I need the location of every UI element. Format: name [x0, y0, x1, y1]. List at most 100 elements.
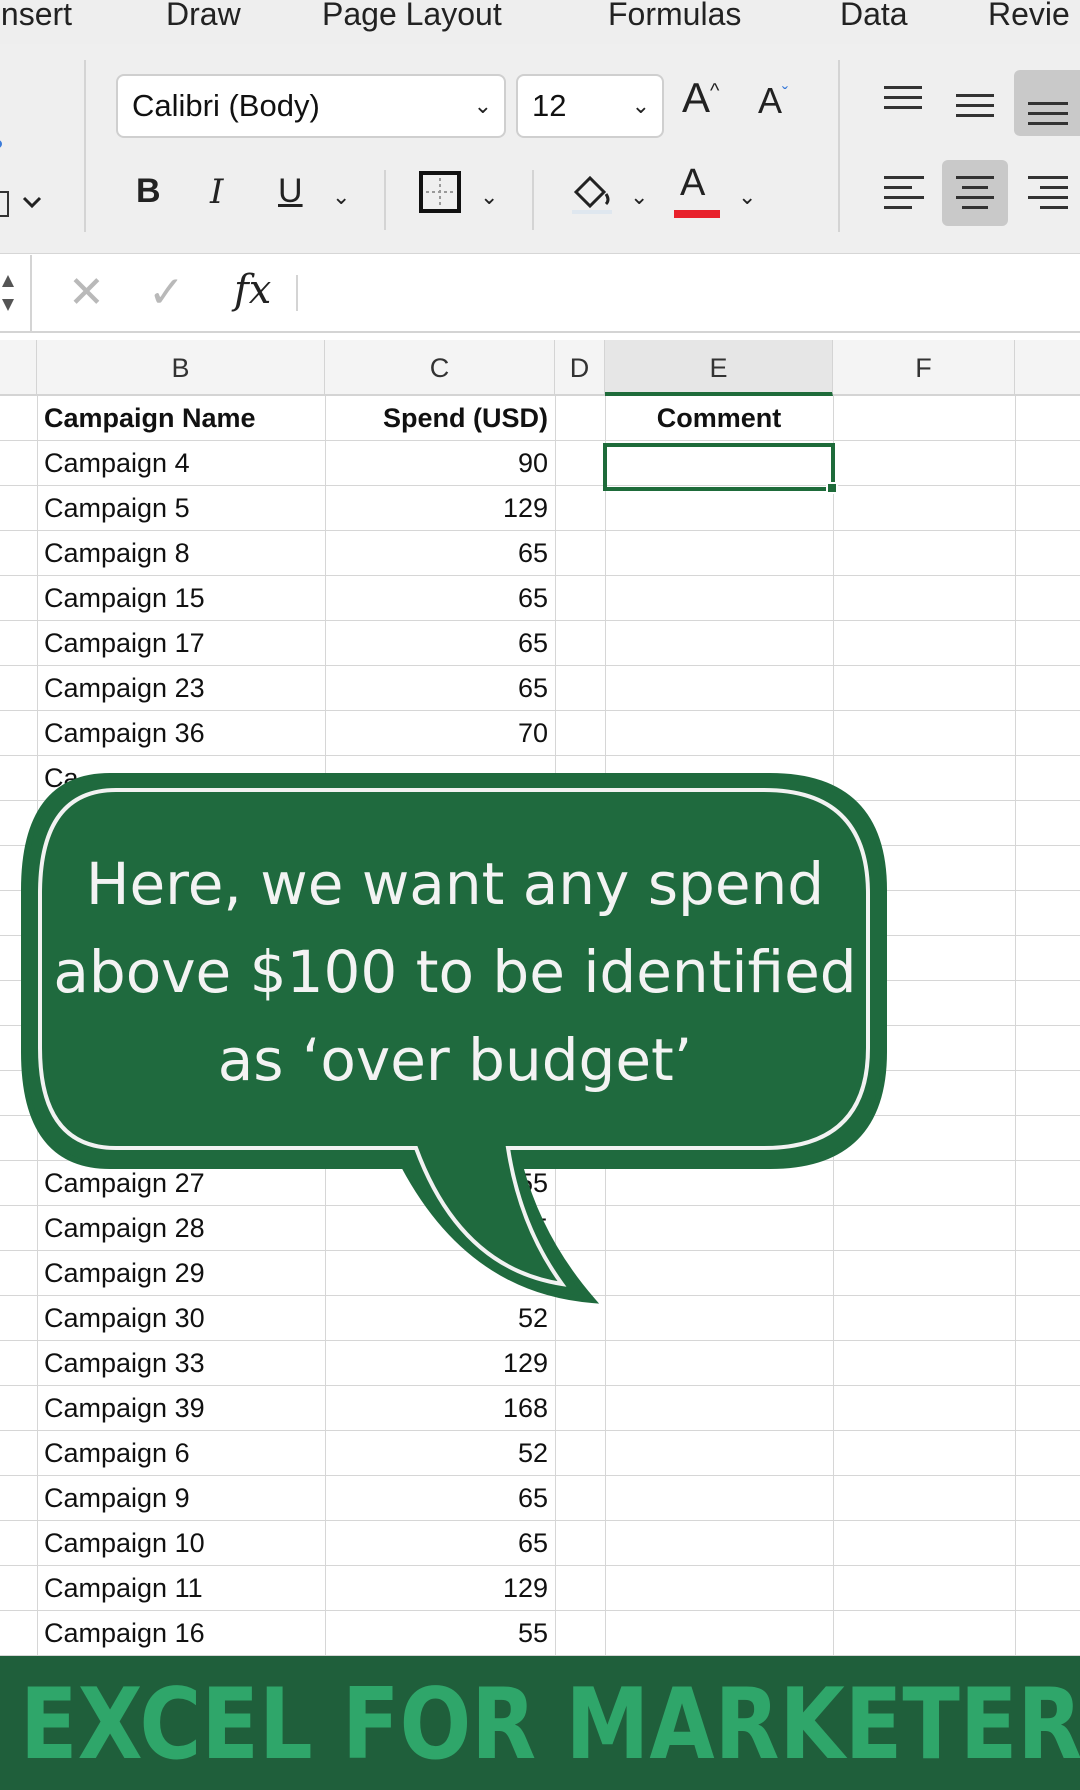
- active-cell-e2[interactable]: [603, 443, 838, 494]
- align-bottom-button[interactable]: [1014, 70, 1080, 136]
- campaign-name-cell[interactable]: Campaign 4: [44, 441, 190, 486]
- spend-cell[interactable]: 65: [328, 666, 548, 711]
- align-top-button[interactable]: [870, 70, 936, 136]
- font-size-value: 12: [532, 88, 567, 123]
- column-header-c[interactable]: C: [325, 340, 555, 396]
- campaign-name-cell[interactable]: Campaign 6: [44, 1431, 190, 1476]
- campaign-name-cell[interactable]: Campaign 15: [44, 576, 205, 621]
- decrease-font-size-button[interactable]: Aˇ: [758, 80, 788, 122]
- spend-cell[interactable]: 65: [328, 621, 548, 666]
- chevron-down-icon: ⌄: [631, 93, 650, 118]
- ribbon-toolbar: Calibri (Body) ⌄ 12 ⌄ A^ Aˇ B I U ⌄ ⌄ ⌄ …: [0, 44, 1080, 254]
- font-size-select[interactable]: 12 ⌄: [516, 74, 664, 138]
- campaign-name-cell[interactable]: Campaign 10: [44, 1521, 205, 1566]
- column-header-b[interactable]: B: [37, 340, 325, 396]
- worksheet-grid[interactable]: Campaign Name Spend (USD) Comment Campai…: [0, 396, 1080, 1656]
- insert-function-button[interactable]: fx: [234, 267, 271, 313]
- spend-cell[interactable]: 65: [328, 576, 548, 621]
- bold-button[interactable]: B: [136, 172, 161, 211]
- tab-review[interactable]: Revie: [988, 0, 1070, 33]
- column-header-row: B C D E F: [0, 340, 1080, 396]
- decrease-font-icon: A: [758, 80, 783, 121]
- name-box-stepper-icon[interactable]: [0, 269, 20, 319]
- header-campaign-name[interactable]: Campaign Name: [44, 396, 256, 441]
- spend-cell[interactable]: 55: [328, 1611, 548, 1656]
- column-header-e[interactable]: E: [605, 340, 833, 396]
- align-right-button[interactable]: [1014, 160, 1080, 226]
- table-row: [0, 1026, 1080, 1071]
- table-row: Campaign 9 65: [0, 1476, 1080, 1521]
- spend-cell[interactable]: 65: [328, 1521, 548, 1566]
- table-row: Ca: [0, 1116, 1080, 1161]
- tab-insert[interactable]: Insert: [0, 0, 72, 33]
- header-comment[interactable]: Comment: [605, 396, 833, 441]
- spend-cell[interactable]: 65: [328, 1476, 548, 1521]
- group-divider: [838, 60, 840, 232]
- font-color-chevron-icon[interactable]: ⌄: [738, 184, 756, 210]
- campaign-name-cell[interactable]: Ca: [44, 756, 79, 801]
- font-color-button[interactable]: A: [680, 162, 705, 205]
- campaign-name-cell[interactable]: Campaign 29: [44, 1251, 205, 1296]
- campaign-name-cell[interactable]: Campaign 8: [44, 531, 190, 576]
- underline-button[interactable]: U: [278, 172, 303, 211]
- font-name-select[interactable]: Calibri (Body) ⌄: [116, 74, 506, 138]
- spend-cell[interactable]: 52: [328, 1431, 548, 1476]
- campaign-name-cell[interactable]: Campaign 30: [44, 1296, 205, 1341]
- align-middle-button[interactable]: [942, 70, 1008, 136]
- brand-banner-text: EXCEL FOR MARKETERS: [20, 1668, 1080, 1782]
- campaign-name-cell[interactable]: Ca: [44, 1116, 79, 1161]
- spend-cell[interactable]: 129: [328, 1341, 548, 1386]
- spend-cell[interactable]: 70: [328, 711, 548, 756]
- header-spend[interactable]: Spend (USD): [328, 396, 548, 441]
- spend-cell[interactable]: 168: [328, 1386, 548, 1431]
- tab-formulas[interactable]: Formulas: [608, 0, 741, 33]
- row-header-corner: [0, 340, 37, 396]
- spend-cell[interactable]: 55: [328, 1161, 548, 1206]
- fill-color-icon[interactable]: [568, 168, 616, 216]
- clipboard-icons[interactable]: [0, 94, 54, 224]
- fill-handle[interactable]: [826, 482, 838, 494]
- borders-chevron-icon[interactable]: ⌄: [480, 184, 498, 210]
- align-center-button[interactable]: [942, 160, 1008, 226]
- campaign-name-cell[interactable]: Campaign 16: [44, 1611, 205, 1656]
- fill-color-chevron-icon[interactable]: ⌄: [630, 184, 648, 210]
- tab-data[interactable]: Data: [840, 0, 908, 33]
- spend-cell[interactable]: 129: [328, 486, 548, 531]
- campaign-name-cell[interactable]: Campaign 23: [44, 666, 205, 711]
- column-header-f[interactable]: F: [833, 340, 1015, 396]
- spend-cell[interactable]: 129: [328, 1566, 548, 1611]
- borders-icon[interactable]: [418, 170, 462, 214]
- formula-input[interactable]: [310, 273, 1070, 317]
- campaign-name-cell[interactable]: Campaign 39: [44, 1386, 205, 1431]
- tab-draw[interactable]: Draw: [166, 0, 241, 33]
- italic-button[interactable]: I: [210, 172, 223, 212]
- table-row: Campaign 28 5: [0, 1206, 1080, 1251]
- spend-cell[interactable]: 65: [328, 531, 548, 576]
- campaign-name-cell[interactable]: Campaign 36: [44, 711, 205, 756]
- underline-options-chevron-icon[interactable]: ⌄: [332, 184, 350, 210]
- column-header-d[interactable]: D: [555, 340, 605, 396]
- cancel-icon[interactable]: ✕: [68, 267, 105, 318]
- campaign-name-cell[interactable]: Campaign 17: [44, 621, 205, 666]
- increase-font-size-button[interactable]: A^: [682, 74, 719, 122]
- campaign-name-cell[interactable]: Campaign 27: [44, 1161, 205, 1206]
- column-header-g[interactable]: [1015, 340, 1080, 396]
- spend-cell[interactable]: 90: [328, 441, 548, 486]
- tab-page-layout[interactable]: Page Layout: [322, 0, 502, 33]
- spend-cell[interactable]: 52: [328, 1296, 548, 1341]
- campaign-name-cell[interactable]: Campaign 28: [44, 1206, 205, 1251]
- campaign-name-cell[interactable]: Campaign 9: [44, 1476, 190, 1521]
- header-row: Campaign Name Spend (USD) Comment: [0, 396, 1080, 441]
- campaign-name-cell[interactable]: Campaign 5: [44, 486, 190, 531]
- spend-cell[interactable]: 5: [328, 1206, 548, 1251]
- table-row: Campaign 15 65: [0, 576, 1080, 621]
- campaign-name-cell[interactable]: Campaign 11: [44, 1566, 203, 1611]
- brand-banner: EXCEL FOR MARKETERS: [0, 1656, 1080, 1790]
- table-row: Campaign 10 65: [0, 1521, 1080, 1566]
- align-left-button[interactable]: [870, 160, 936, 226]
- campaign-name-cell[interactable]: Campaign 33: [44, 1341, 205, 1386]
- enter-icon[interactable]: ✓: [148, 267, 185, 318]
- table-row: Campaign 5 129: [0, 486, 1080, 531]
- table-row: Campaign 17 65: [0, 621, 1080, 666]
- table-row: [0, 891, 1080, 936]
